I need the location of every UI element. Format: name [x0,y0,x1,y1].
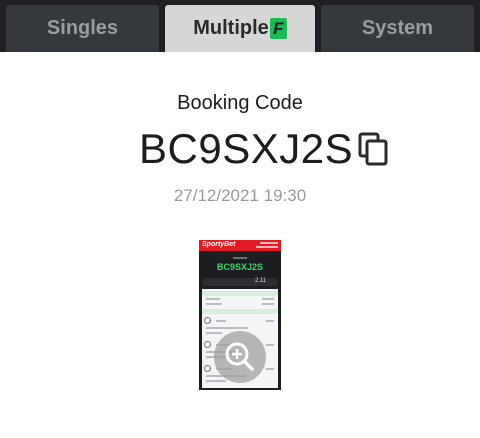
booking-code-value: BC9SXJ2S [139,125,354,172]
bet-type-tabbar: Singles Multiple F System [0,0,480,52]
tab-multiple[interactable]: Multiple F [165,5,315,52]
tab-multiple-label: Multiple [193,17,269,39]
tab-system-label: System [361,17,434,39]
booking-code-label: Booking Code [177,92,303,114]
copy-icon[interactable] [357,132,391,166]
zoom-in-icon[interactable] [214,331,266,383]
tab-singles[interactable]: Singles [6,5,159,52]
booking-code-row: BC9SXJ2S [0,122,480,176]
thumbnail-header: SportyBet [199,240,281,251]
booking-timestamp: 27/12/2021 19:30 [173,186,307,205]
flexi-badge: F [269,18,287,39]
thumbnail-booking-code: BC9SXJ2S [216,262,264,272]
tab-system[interactable]: System [321,5,474,52]
thumbnail-brand-logo: SportyBet [202,241,236,248]
thumbnail-odds-value: 2.11 [255,278,267,284]
tab-singles-label: Singles [46,17,119,39]
